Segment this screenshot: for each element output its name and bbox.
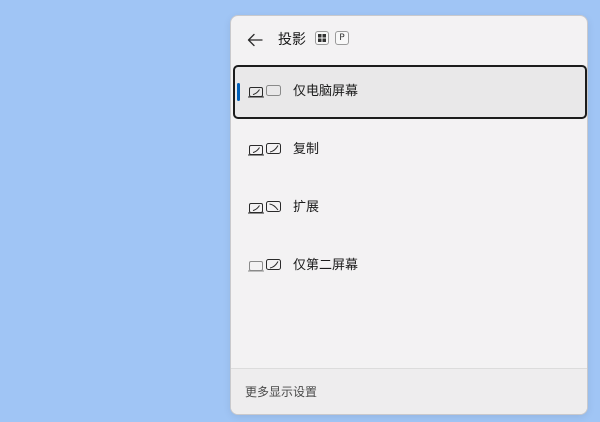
option-extend[interactable]: 扩展 [233,181,587,235]
win-logo-icon [318,34,326,42]
option-label: 扩展 [293,200,320,215]
panel-footer: 更多显示设置 [231,368,587,414]
project-panel: 投影 P 仅电脑屏幕 复制 扩展 仅第二屏幕 更多显示设置 [230,15,588,415]
pc-screen-only-icon [248,85,281,98]
more-display-settings-link[interactable]: 更多显示设置 [245,383,317,401]
option-label: 仅第二屏幕 [293,258,359,273]
option-second-screen-only[interactable]: 仅第二屏幕 [233,239,587,293]
option-label: 复制 [293,142,320,157]
second-screen-only-icon [248,259,281,272]
panel-title: 投影 [278,32,306,48]
shortcut-key-win [315,31,329,45]
option-pc-screen-only[interactable]: 仅电脑屏幕 [233,65,587,119]
back-button[interactable] [245,30,265,50]
back-arrow-icon [247,33,263,47]
option-label: 仅电脑屏幕 [293,84,359,99]
panel-header: 投影 P [231,16,587,64]
option-duplicate[interactable]: 复制 [233,123,587,177]
extend-icon [248,201,281,214]
selection-indicator [237,83,240,101]
duplicate-icon [248,143,281,156]
shortcut-key-p: P [335,31,349,45]
